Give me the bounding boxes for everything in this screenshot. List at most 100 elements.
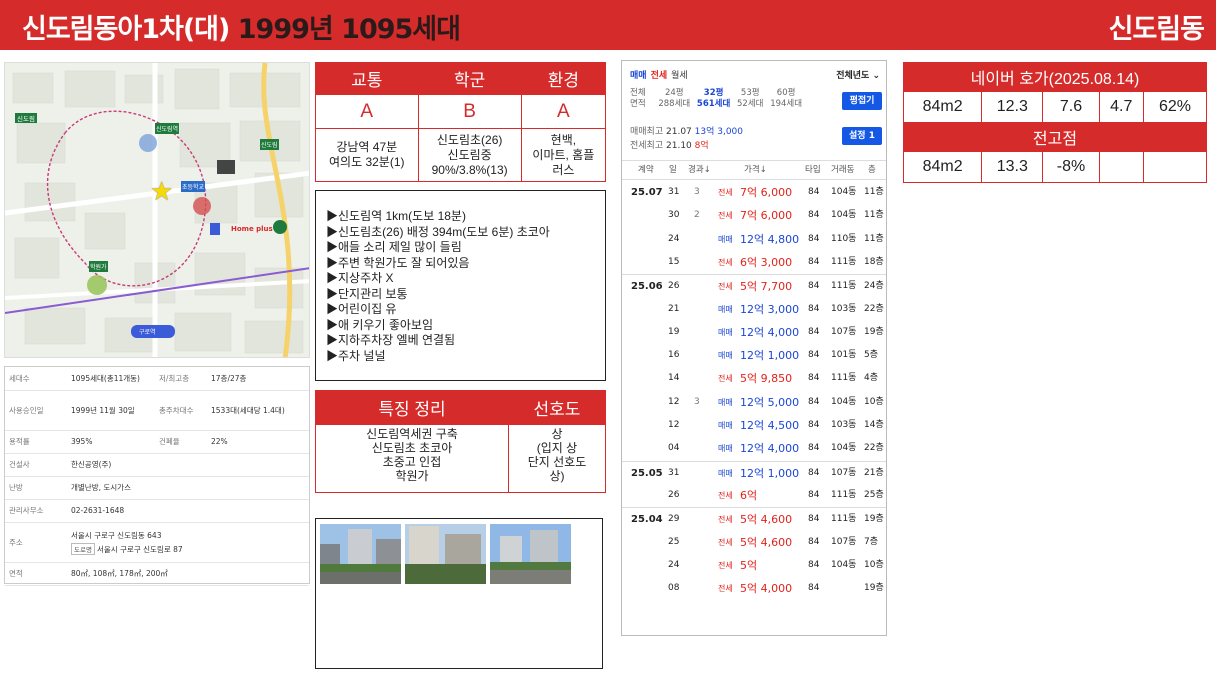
grade-detail-school: 신도림초(26) 신도림중 90%/3.8%(13) <box>417 128 522 182</box>
tx-tp: 84 <box>808 396 820 407</box>
transaction-row[interactable]: 24 매매 12억 4,800 84 110동 11층 <box>622 228 886 251</box>
tx-dong: 107동 <box>831 467 857 478</box>
tx-fl: 5층 <box>864 350 879 361</box>
tx-tp: 84 <box>808 514 820 525</box>
complex-info-table: 세대수 1095세대(총11개동) 저/최고층 17층/27층 사용승인일 19… <box>5 367 309 586</box>
tab-maemae[interactable]: 매매 <box>630 71 647 81</box>
tx-tp: 84 <box>808 467 820 478</box>
col-floor[interactable]: 층 <box>868 161 876 180</box>
transaction-row[interactable]: 25.07 31 3 전세 7억 6,000 84 104동 11층 <box>622 181 886 204</box>
size-option-32[interactable]: 32평 561세대 <box>697 88 730 110</box>
tx-day: 14 <box>668 373 680 384</box>
feature-list: 신도림역세권 구축 신도림초 초코아 초중고 인접 학원가 <box>315 424 509 493</box>
size-option-all[interactable]: 전체 면적 <box>630 88 646 110</box>
size-label: 24평 <box>664 88 684 98</box>
transaction-row[interactable]: 25 전세 5억 4,600 84 107동 7층 <box>622 531 886 554</box>
size-option-24[interactable]: 24평 288세대 <box>658 88 690 110</box>
col-dong[interactable]: 거래동 <box>831 161 854 180</box>
transaction-row[interactable]: 12 매매 12억 4,500 84 103동 14층 <box>622 414 886 437</box>
photo-thumbnail[interactable] <box>405 524 486 584</box>
map-label-academy: 학원가 <box>89 261 108 272</box>
tx-dong: 101동 <box>831 350 857 361</box>
transaction-row[interactable]: 16 매매 12억 1,000 84 101동 5층 <box>622 344 886 367</box>
tx-fl: 7층 <box>864 536 879 547</box>
tx-tp: 84 <box>808 373 820 384</box>
grade-value: A <box>315 94 419 129</box>
transaction-row[interactable]: 25.04 29 전세 5억 4,600 84 111동 19층 <box>622 507 886 530</box>
peak-title: 전고점 <box>903 122 1207 152</box>
map-label-guro: 구로역 <box>139 329 156 336</box>
transaction-row[interactable]: 25.05 31 매매 12억 1,000 84 107동 21층 <box>622 460 886 484</box>
transaction-row[interactable]: 25.06 26 전세 5억 7,700 84 111동 24층 <box>622 274 886 297</box>
naver-title: 네이버 호가(2025.08.14) <box>903 62 1207 92</box>
tx-fl: 22층 <box>864 303 884 314</box>
tab-wolse[interactable]: 월세 <box>671 71 688 81</box>
size-count: 288세대 <box>658 99 691 109</box>
transaction-row[interactable]: 15 전세 6억 3,000 84 111동 18층 <box>622 251 886 274</box>
size-option-53[interactable]: 53평 52세대 <box>737 88 763 110</box>
photo-thumbnail[interactable] <box>490 524 571 584</box>
photo-image <box>405 524 486 584</box>
tab-jeonse[interactable]: 전세 <box>651 71 668 81</box>
tx-dong: 104동 <box>831 443 857 454</box>
transaction-row[interactable]: 21 매매 12억 3,000 84 103동 22층 <box>622 298 886 321</box>
preference-line: (입지 상 <box>536 441 578 455</box>
deal-type-tabs: 매매 전세 월세 <box>630 68 692 81</box>
feature-line: 초중고 인접 <box>382 455 442 469</box>
col-elapsed[interactable]: 경과↓ <box>688 161 711 180</box>
col-price[interactable]: 가격↓ <box>744 161 767 180</box>
info-key: 난방 <box>5 476 67 500</box>
transaction-row[interactable]: 04 매매 12억 4,000 84 104동 22층 <box>622 437 886 460</box>
naver-price-table: 네이버 호가(2025.08.14) 84m2 12.3 7.6 4.7 62%… <box>902 62 1208 183</box>
tx-tp: 84 <box>808 350 820 361</box>
col-type[interactable]: 타입 <box>805 161 821 180</box>
naver-cell: 4.7 <box>1098 91 1144 123</box>
col-contract[interactable]: 계약 <box>638 161 654 180</box>
tx-tp: 84 <box>808 281 820 292</box>
location-map[interactable]: 신도림 구로역 Home plus 학원가 신도림역 신도림 초등학교 ★ <box>4 62 310 358</box>
tx-fl: 22층 <box>864 443 884 454</box>
note-item: ▶단지관리 보통 <box>326 286 408 301</box>
size-option-60[interactable]: 60평 194세대 <box>770 88 802 110</box>
tx-fl: 4층 <box>864 373 879 384</box>
info-row-approval: 사용승인일 1999년 11월 30일 총주차대수 1533대(세대당 1.4대… <box>5 390 309 431</box>
feature-line: 신도림초 초코아 <box>371 441 453 455</box>
tx-day: 26 <box>668 489 680 500</box>
tx-day: 21 <box>668 303 680 314</box>
tx-tp: 84 <box>808 326 820 337</box>
photo-image <box>320 524 401 584</box>
fold-sizes-button[interactable]: 평접기 <box>842 92 882 110</box>
transaction-row[interactable]: 19 매매 12억 4,000 84 107동 19층 <box>622 321 886 344</box>
tx-fl: 21층 <box>864 467 884 478</box>
transaction-row[interactable]: 08 전세 5억 4,000 84 19층 <box>622 577 886 600</box>
year-filter-dropdown[interactable]: 전체년도 ⌄ <box>836 68 880 81</box>
photo-thumbnail[interactable] <box>320 524 401 584</box>
tx-amt: 7억 6,000 <box>740 209 793 223</box>
tx-amt: 12억 4,800 <box>740 232 800 246</box>
tx-kind: 전세 <box>718 584 733 594</box>
col-day[interactable]: 일 <box>669 161 677 180</box>
info-key: 총주차대수 <box>155 390 207 431</box>
peak-cell: 13.3 <box>981 151 1044 183</box>
info-value: 17층/27층 <box>207 367 309 391</box>
note-item: ▶신도림역 1km(도보 18분) <box>326 209 466 223</box>
tx-dong: 107동 <box>831 326 857 337</box>
transaction-row[interactable]: 30 2 전세 7억 6,000 84 104동 11층 <box>622 204 886 227</box>
tx-amt: 5억 7,700 <box>740 280 793 294</box>
tx-day: 24 <box>668 559 680 570</box>
transaction-row[interactable]: 12 3 매매 12억 5,000 84 104동 10층 <box>622 391 886 414</box>
grade-table: 교통 학군 환경 A B A 강남역 47분 여의도 32분(1) 신도림초(2… <box>315 62 607 182</box>
tx-day: 19 <box>668 326 680 337</box>
complex-info-card: 세대수 1095세대(총11개동) 저/최고층 17층/27층 사용승인일 19… <box>4 366 310 586</box>
tx-dong: 107동 <box>831 536 857 547</box>
info-key: 건폐율 <box>155 430 207 454</box>
tx-fl: 10층 <box>864 559 884 570</box>
tx-amt: 5억 4,000 <box>740 582 793 596</box>
tx-day: 31 <box>668 187 680 197</box>
settings-button[interactable]: 설정 1 <box>842 127 882 145</box>
transaction-row[interactable]: 26 전세 6억 84 111동 25층 <box>622 484 886 507</box>
bus-icon <box>273 220 287 234</box>
transaction-row[interactable]: 14 전세 5억 9,850 84 111동 4층 <box>622 367 886 390</box>
transaction-row[interactable]: 24 전세 5억 84 104동 10층 <box>622 554 886 577</box>
tx-fl: 11층 <box>864 187 884 197</box>
